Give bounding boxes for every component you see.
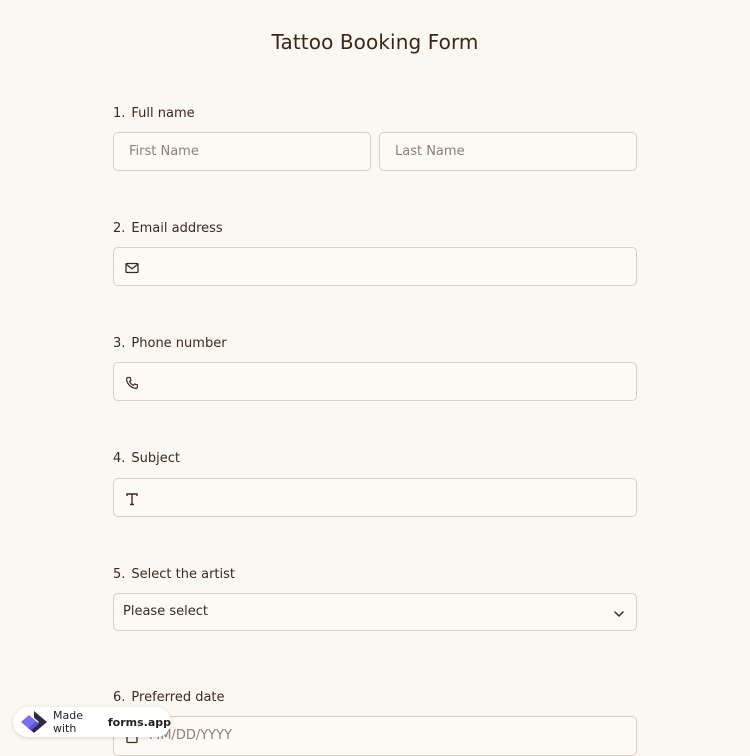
artist-select[interactable]: Please select bbox=[113, 593, 637, 631]
last-name-input[interactable]: Last Name bbox=[379, 132, 637, 171]
question-label-phone: 3. Phone number bbox=[113, 336, 227, 351]
question-label-email: 2. Email address bbox=[113, 221, 223, 236]
artist-select-value: Please select bbox=[123, 604, 208, 619]
question-label-date: 6. Preferred date bbox=[113, 690, 225, 705]
question-text: Preferred date bbox=[131, 690, 225, 705]
question-text: Subject bbox=[131, 451, 181, 466]
form-title: Tattoo Booking Form bbox=[271, 30, 479, 54]
question-text: Select the artist bbox=[131, 567, 235, 582]
made-with-badge[interactable]: Made with forms.app bbox=[13, 707, 171, 737]
question-number: 6. bbox=[113, 690, 126, 705]
first-name-placeholder: First Name bbox=[129, 144, 199, 159]
question-number: 2. bbox=[113, 221, 126, 236]
email-input[interactable] bbox=[113, 247, 637, 286]
question-label-artist: 5. Select the artist bbox=[113, 567, 235, 582]
question-text: Email address bbox=[131, 221, 223, 236]
subject-input[interactable] bbox=[113, 478, 637, 517]
question-label-full-name: 1. Full name bbox=[113, 106, 195, 121]
text-icon bbox=[124, 491, 140, 507]
last-name-placeholder: Last Name bbox=[395, 144, 465, 159]
question-text: Phone number bbox=[131, 336, 227, 351]
question-number: 3. bbox=[113, 336, 126, 351]
phone-icon bbox=[124, 375, 140, 391]
question-number: 1. bbox=[113, 106, 126, 121]
mail-icon bbox=[124, 260, 140, 276]
badge-prefix: Made with bbox=[53, 709, 83, 735]
badge-brand: forms.app bbox=[107, 715, 171, 729]
question-number: 4. bbox=[113, 451, 126, 466]
forms-app-logo-icon bbox=[19, 709, 49, 735]
chevron-down-icon bbox=[612, 606, 626, 620]
phone-input[interactable] bbox=[113, 362, 637, 401]
first-name-input[interactable]: First Name bbox=[113, 132, 371, 171]
question-text: Full name bbox=[131, 106, 195, 121]
question-number: 5. bbox=[113, 567, 126, 582]
date-input[interactable]: MM/DD/YYYY bbox=[113, 716, 637, 756]
question-label-subject: 4. Subject bbox=[113, 451, 180, 466]
